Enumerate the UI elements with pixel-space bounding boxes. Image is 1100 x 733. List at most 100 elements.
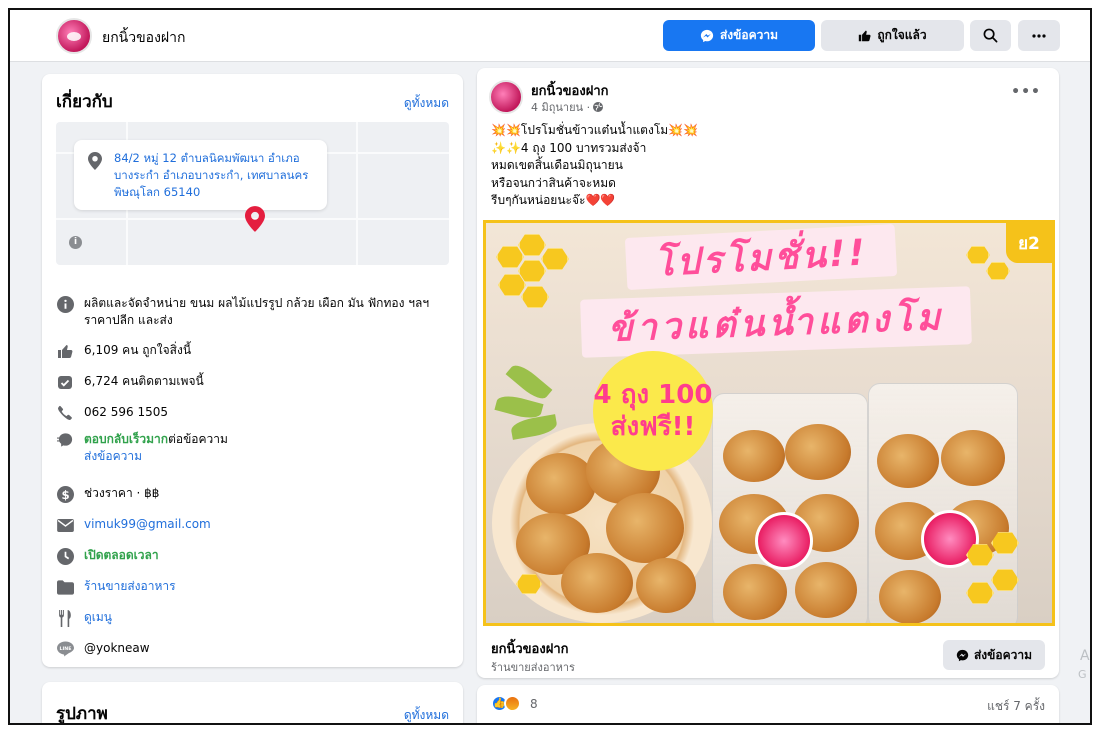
post-photo[interactable]: โปรโมชั่น!! ข้าวแต๋นน้ำแตงโม 4 ถุง 100 ส… bbox=[483, 220, 1055, 626]
reaction-count[interactable]: 8 bbox=[530, 697, 538, 711]
photos-see-all-link[interactable]: ดูทั้งหมด bbox=[404, 706, 449, 723]
send-message-label: ส่งข้อความ bbox=[719, 28, 778, 42]
send-message-button[interactable]: ส่งข้อความ bbox=[663, 20, 815, 51]
photos-card: รูปภาพ ดูทั้งหมด bbox=[42, 682, 463, 724]
page-description: ผลิตและจัดจำหน่าย ขนม ผลไม้แปรรูป กล้วย … bbox=[84, 296, 430, 327]
more-dots-icon bbox=[1032, 33, 1046, 38]
send-message-link[interactable]: ส่งข้อความ bbox=[84, 449, 142, 463]
rice-cracker-graphic bbox=[606, 493, 684, 563]
info-icon bbox=[56, 295, 74, 313]
category-folder-icon bbox=[56, 579, 74, 595]
brand-corner-tag: ย2 bbox=[1006, 223, 1052, 263]
about-title: เกี่ยวกับ bbox=[56, 92, 113, 112]
post-date[interactable]: 4 มิถุนายน · bbox=[531, 98, 590, 116]
post-timestamp-row: 4 มิถุนายน · bbox=[531, 98, 604, 116]
reactions-bar: 👍 8 แชร์ 7 ครั้ง bbox=[477, 685, 1059, 723]
more-options-button[interactable] bbox=[1018, 20, 1060, 51]
post-author-avatar[interactable] bbox=[489, 80, 523, 114]
rice-cracker-graphic bbox=[785, 424, 851, 480]
map-road bbox=[356, 122, 358, 265]
post-footer-page-name[interactable]: ยกนิ้วของฝาก bbox=[491, 638, 569, 659]
rice-cracker-graphic bbox=[636, 558, 696, 613]
messenger-icon bbox=[956, 649, 969, 661]
thumbs-up-icon bbox=[58, 345, 73, 358]
hours-row: เปิดตลอดเวลา bbox=[56, 547, 444, 565]
product-bag-graphic bbox=[712, 393, 868, 623]
email-link[interactable]: vimuk99@gmail.com bbox=[84, 516, 444, 533]
price-range: ช่วงราคา · ฿฿ bbox=[84, 486, 160, 500]
address-box[interactable]: 84/2 หมู่ 12 ตำบลนิคมพัฒนา อำเภอบางระกำ … bbox=[74, 140, 327, 210]
page-title[interactable]: ยกนิ้วของฝาก bbox=[102, 27, 185, 49]
promo-banner-bottom: ข้าวแต๋นน้ำแตงโม bbox=[580, 286, 972, 358]
line-app-icon: LINE bbox=[56, 641, 74, 657]
svg-text:LINE: LINE bbox=[59, 646, 71, 652]
globe-icon bbox=[593, 102, 604, 112]
about-see-all-link[interactable]: ดูทั้งหมด bbox=[404, 94, 449, 113]
photos-title: รูปภาพ bbox=[56, 704, 108, 724]
rice-cracker-graphic bbox=[723, 564, 787, 620]
post-options-icon[interactable]: ••• bbox=[1011, 84, 1041, 100]
liked-button[interactable]: ถูกใจแล้ว bbox=[821, 20, 964, 51]
cutoff-side-text: A bbox=[1080, 648, 1090, 664]
phone-number[interactable]: 062 596 1505 bbox=[84, 404, 444, 421]
svg-text:$: $ bbox=[61, 487, 69, 501]
browser-viewport: ยกนิ้วของฝาก ส่งข้อความ ถูกใจแล้ว เกี่ยว… bbox=[8, 8, 1092, 725]
utensils-icon bbox=[58, 609, 71, 627]
messenger-icon bbox=[700, 29, 714, 42]
price-icon: $ bbox=[56, 485, 74, 503]
honeycomb-graphic bbox=[966, 246, 990, 264]
menu-link[interactable]: ดูเมนู bbox=[84, 609, 444, 626]
location-pin-icon bbox=[88, 152, 102, 170]
line-row: LINE @yokneaw bbox=[56, 640, 444, 658]
category-link[interactable]: ร้านขายส่งอาหาร bbox=[84, 578, 444, 595]
fast-response-icon bbox=[56, 433, 72, 447]
promo-banner-top: โปรโมชั่น!! bbox=[624, 223, 898, 291]
liked-label: ถูกใจแล้ว bbox=[877, 28, 927, 42]
post-send-message-label: ส่งข้อความ bbox=[973, 647, 1032, 662]
post-card: ยกนิ้วของฝาก 4 มิถุนายน · ••• 💥💥โปรโมชั่… bbox=[477, 68, 1059, 678]
address-link[interactable]: 84/2 หมู่ 12 ตำบลนิคมพัฒนา อำเภอบางระกำ … bbox=[114, 150, 319, 201]
email-icon bbox=[56, 518, 74, 532]
line-id: @yokneaw bbox=[84, 641, 150, 655]
follow-check-icon bbox=[58, 376, 72, 389]
product-bag-graphic bbox=[868, 383, 1018, 623]
post-text: 💥💥โปรโมชั่นข้าวแต๋นน้ำแตงโม💥💥 ✨✨4 ถุง 10… bbox=[491, 123, 699, 207]
phone-row: 062 596 1505 bbox=[56, 404, 444, 422]
likes-count: 6,109 คน ถูกใจสิ่งนี้ bbox=[84, 343, 192, 357]
rice-cracker-graphic bbox=[879, 570, 941, 623]
menu-row: ดูเมนู bbox=[56, 609, 444, 627]
email-row: vimuk99@gmail.com bbox=[56, 516, 444, 534]
promo-badge-line2: ส่งฟรี!! bbox=[610, 412, 696, 442]
description-row: ผลิตและจัดจำหน่าย ขนม ผลไม้แปรรูป กล้วย … bbox=[56, 295, 444, 329]
rice-cracker-graphic bbox=[941, 430, 1005, 486]
page-header: ยกนิ้วของฝาก ส่งข้อความ ถูกใจแล้ว bbox=[10, 10, 1090, 62]
post-send-message-button[interactable]: ส่งข้อความ bbox=[943, 640, 1045, 670]
cutoff-side-text: G bbox=[1078, 668, 1087, 681]
followers-row: 6,724 คนติดตามเพจนี้ bbox=[56, 373, 444, 391]
search-button[interactable] bbox=[970, 20, 1011, 51]
price-row: $ ช่วงราคา · ฿฿ bbox=[56, 485, 444, 503]
promo-badge-line1: 4 ถุง 100 bbox=[593, 380, 713, 410]
map-info-icon[interactable]: i bbox=[69, 236, 82, 249]
response-rest-label: ต่อข้อความ bbox=[168, 432, 228, 446]
about-card: เกี่ยวกับ ดูทั้งหมด 84/2 หมู่ 12 ตำบลนิค… bbox=[42, 74, 463, 667]
page-avatar[interactable] bbox=[56, 18, 92, 54]
thumbs-up-icon bbox=[859, 30, 871, 42]
honeycomb-graphic bbox=[986, 262, 1010, 280]
share-count[interactable]: แชร์ 7 ครั้ง bbox=[987, 697, 1045, 716]
open-hours: เปิดตลอดเวลา bbox=[84, 548, 159, 562]
response-row: ตอบกลับเร็วมากต่อข้อความ ส่งข้อความ bbox=[56, 431, 444, 465]
post-footer-category: ร้านขายส่งอาหาร bbox=[491, 661, 575, 674]
location-map[interactable]: 84/2 หมู่ 12 ตำบลนิคมพัฒนา อำเภอบางระกำ … bbox=[56, 122, 449, 265]
likes-row: 6,109 คน ถูกใจสิ่งนี้ bbox=[56, 342, 444, 360]
reaction-icons[interactable]: 👍 bbox=[491, 695, 521, 712]
brand-sticker-logo bbox=[755, 512, 813, 570]
followers-count: 6,724 คนติดตามเพจนี้ bbox=[84, 374, 204, 388]
rice-cracker-graphic bbox=[526, 453, 596, 515]
clock-icon bbox=[56, 547, 74, 565]
angry-reaction-icon bbox=[504, 695, 521, 712]
rice-cracker-graphic bbox=[561, 553, 633, 613]
response-fast-label: ตอบกลับเร็วมาก bbox=[84, 432, 169, 446]
phone-icon bbox=[58, 405, 72, 420]
response-info: ตอบกลับเร็วมากต่อข้อความ ส่งข้อความ bbox=[84, 431, 444, 465]
